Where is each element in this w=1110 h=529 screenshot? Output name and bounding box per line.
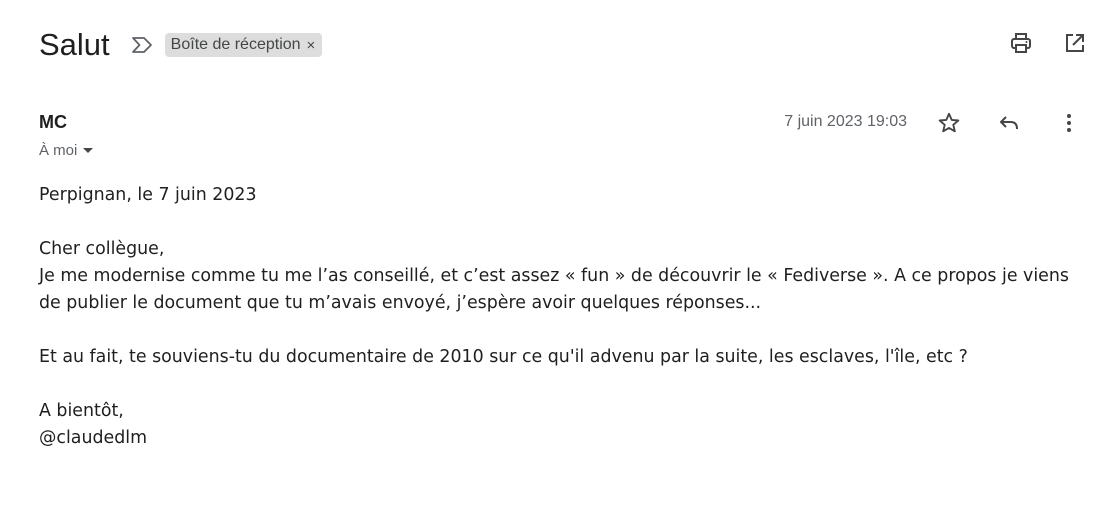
message-body: Perpignan, le 7 juin 2023 Cher collègue,…	[39, 182, 1080, 452]
chevron-down-icon	[83, 148, 94, 153]
label-chip-text: Boîte de réception	[170, 36, 301, 53]
more-options-icon[interactable]	[1056, 110, 1082, 136]
body-line: Perpignan, le 7 juin 2023	[39, 185, 257, 205]
label-chip-inbox[interactable]: Boîte de réception ×	[164, 33, 323, 57]
remove-label-button[interactable]: ×	[307, 38, 316, 53]
recipient-details-toggle[interactable]: À moi	[39, 142, 94, 159]
message-actions	[936, 110, 1082, 136]
reply-icon[interactable]	[996, 110, 1022, 136]
email-view: Salut Boîte de réception × MC À moi 7 ju…	[0, 0, 1110, 529]
print-icon[interactable]	[1008, 30, 1034, 56]
body-line: Je me modernise comme tu me l’as conseil…	[39, 266, 1069, 313]
body-line: Et au fait, te souviens-tu du documentai…	[39, 347, 968, 367]
subject-row: Salut Boîte de réception ×	[39, 20, 1090, 70]
body-line: A bientôt,	[39, 401, 124, 421]
email-subject: Salut	[39, 27, 110, 62]
importance-marker-icon[interactable]	[128, 31, 156, 59]
body-line: Cher collègue,	[39, 239, 165, 259]
open-in-new-window-icon[interactable]	[1062, 30, 1088, 56]
sender-name[interactable]: MC	[39, 112, 67, 133]
star-icon[interactable]	[936, 110, 962, 136]
recipient-label: À moi	[39, 142, 78, 159]
thread-toolbar	[1008, 30, 1088, 56]
body-line: @claudedlm	[39, 428, 148, 448]
message-date: 7 juin 2023 19:03	[784, 113, 907, 130]
